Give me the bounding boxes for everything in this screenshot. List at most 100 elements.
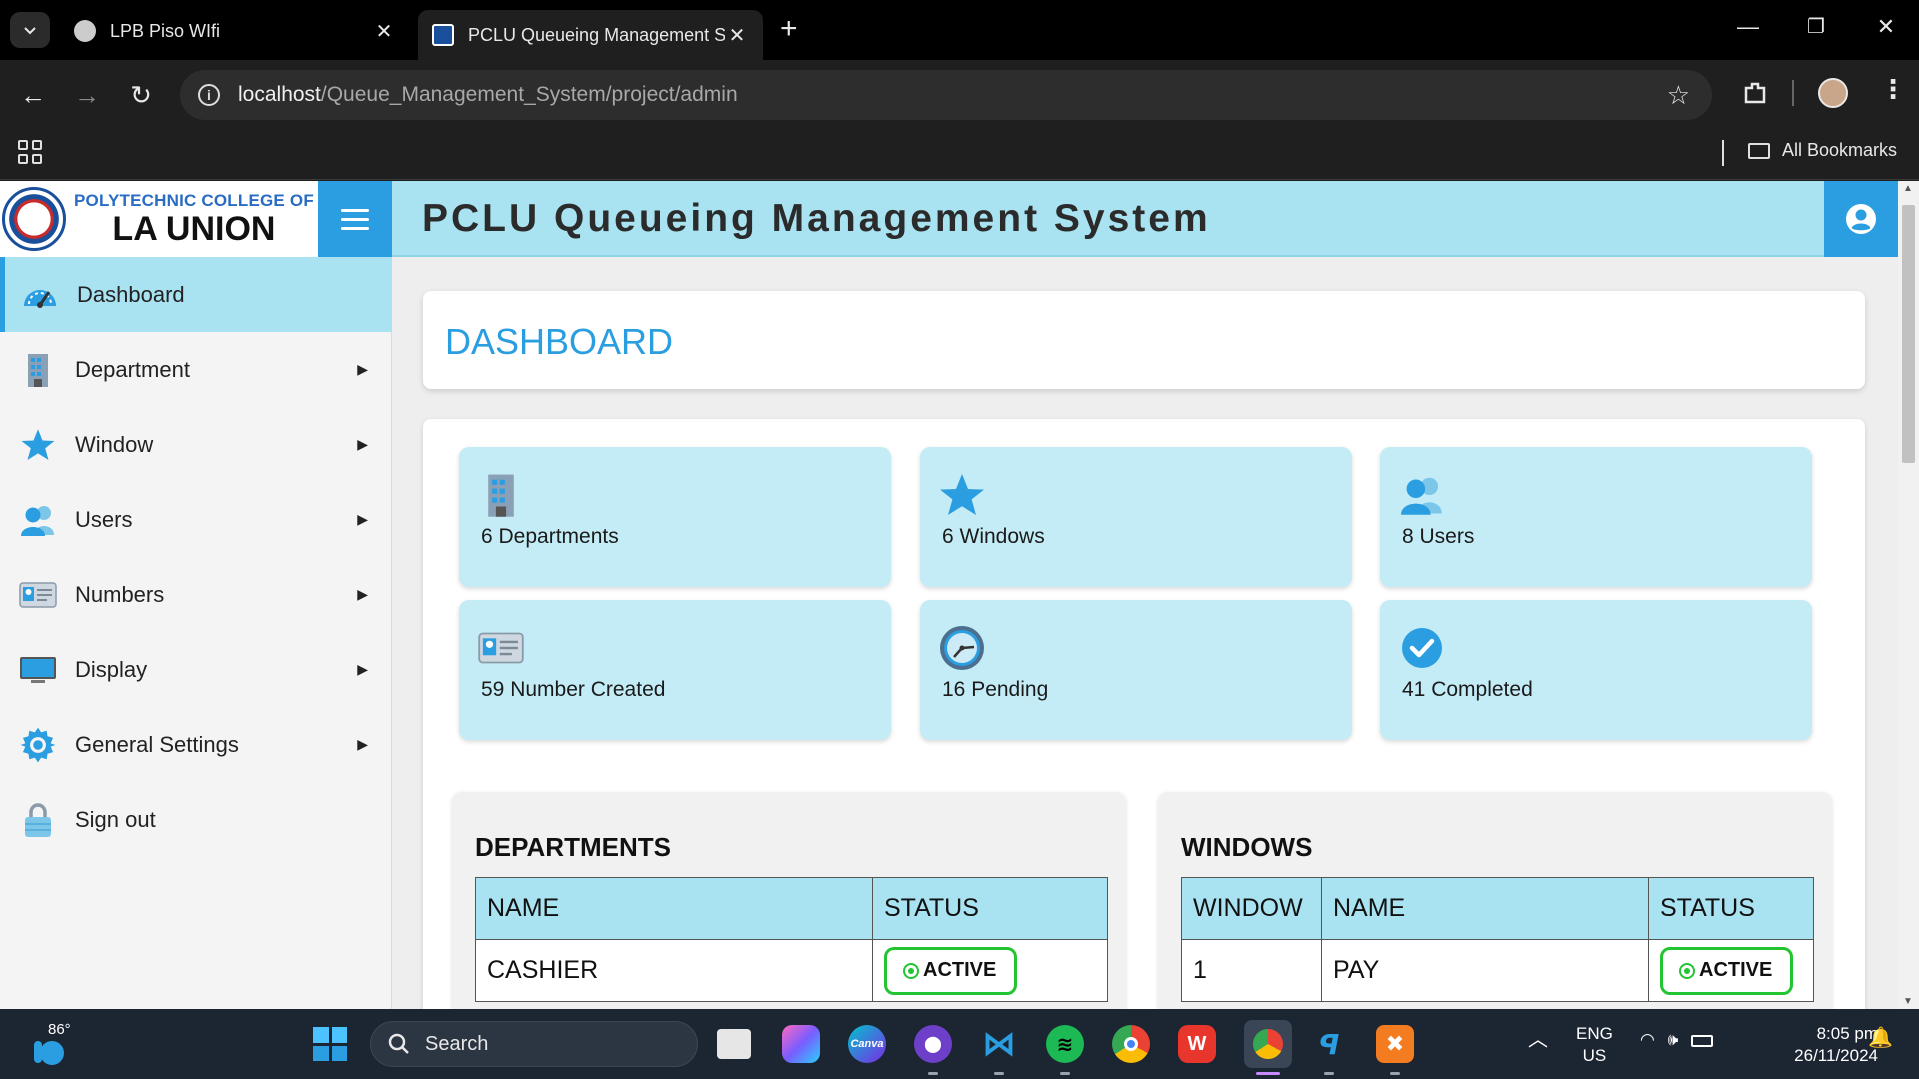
caret-right-icon: ▶ xyxy=(357,661,368,677)
sidebar-item-display[interactable]: Display ▶ xyxy=(0,632,392,707)
forward-button[interactable]: → xyxy=(70,78,104,112)
column-header: NAME xyxy=(475,877,873,940)
extensions-icon[interactable] xyxy=(1740,78,1770,108)
tab-search-button[interactable] xyxy=(10,12,50,48)
profile-avatar[interactable] xyxy=(1818,78,1848,108)
chevron-down-icon xyxy=(24,27,36,35)
task-view-icon[interactable] xyxy=(717,1029,751,1059)
main-content: DASHBOARD 6 Departments 6 Windows 8 User… xyxy=(392,257,1898,1009)
date: 26/11/2024 xyxy=(1794,1046,1878,1065)
tab-title: LPB Piso WIfi xyxy=(110,20,221,41)
sidebar-item-department[interactable]: Department ▶ xyxy=(0,332,392,407)
close-tab-icon[interactable]: ✕ xyxy=(372,19,396,44)
sidebar-item-numbers[interactable]: Numbers ▶ xyxy=(0,557,392,632)
id-card-icon xyxy=(477,624,525,672)
caret-right-icon: ▶ xyxy=(357,361,368,377)
xampp-icon[interactable]: ✖ xyxy=(1376,1025,1414,1063)
minimize-button[interactable]: — xyxy=(1728,14,1768,40)
tab-piso-wifi[interactable]: LPB Piso WIfi ✕ xyxy=(60,10,410,52)
window-number-cell: 1 xyxy=(1181,939,1322,1002)
chrome-profile-icon[interactable] xyxy=(1244,1020,1292,1068)
copilot-icon[interactable] xyxy=(782,1025,820,1063)
sidebar-item-general-settings[interactable]: General Settings ▶ xyxy=(0,707,392,782)
user-circle-icon xyxy=(1846,204,1876,234)
table-header-row: WINDOW NAME STATUS xyxy=(1181,877,1814,940)
language-line1: ENG xyxy=(1576,1024,1613,1043)
browser-menu-icon[interactable]: ⋮ xyxy=(1880,74,1906,104)
tab-title: PCLU Queueing Management S xyxy=(468,24,725,45)
stat-card-completed[interactable]: 41 Completed xyxy=(1380,600,1812,740)
show-hidden-icons-chevron-up-icon[interactable]: ︿ xyxy=(1528,1029,1548,1051)
scroll-up-arrow-icon[interactable]: ▲ xyxy=(1903,183,1913,194)
wps-office-icon[interactable]: W xyxy=(1178,1025,1216,1063)
status-badge[interactable]: ACTIVE xyxy=(1660,946,1794,995)
college-brand[interactable]: POLYTECHNIC COLLEGE OF LA UNION xyxy=(0,181,318,257)
taskbar-search[interactable]: Search xyxy=(370,1021,698,1067)
stat-card-departments[interactable]: 6 Departments xyxy=(459,447,891,587)
github-desktop-icon[interactable]: ⬤ xyxy=(914,1025,952,1063)
sidebar-item-window[interactable]: Window ▶ xyxy=(0,407,392,482)
table-row: CASHIER ACTIVE xyxy=(475,939,1108,1002)
back-button[interactable]: ← xyxy=(16,78,50,112)
all-bookmarks-button[interactable]: All Bookmarks xyxy=(1748,140,1897,161)
menu-toggle-button[interactable] xyxy=(318,181,392,257)
chrome-icon[interactable] xyxy=(1112,1025,1150,1063)
reload-button[interactable]: ↻ xyxy=(124,78,158,112)
canva-icon[interactable]: Canva xyxy=(848,1025,886,1063)
browser-tab-strip: LPB Piso WIfi ✕ PCLU Queueing Management… xyxy=(0,0,1919,60)
restore-button[interactable]: ❐ xyxy=(1796,14,1836,39)
caret-right-icon: ▶ xyxy=(357,511,368,527)
sidebar-item-dashboard[interactable]: Dashboard xyxy=(0,257,392,332)
status-badge[interactable]: ACTIVE xyxy=(884,946,1018,995)
window-name-cell: PAY xyxy=(1321,939,1649,1002)
battery-icon xyxy=(1691,1034,1714,1047)
sidebar-item-label: Numbers xyxy=(75,581,165,607)
dashboard-header-card: DASHBOARD xyxy=(423,291,1865,389)
sidebar-item-sign-out[interactable]: Sign out xyxy=(0,782,392,857)
tab-pclu-queueing[interactable]: PCLU Queueing Management S ✕ xyxy=(418,10,763,60)
running-indicator xyxy=(1060,1072,1070,1075)
new-tab-button[interactable]: + xyxy=(780,14,798,44)
stat-label: 6 Windows xyxy=(942,525,1045,548)
departments-panel: DEPARTMENTS NAME STATUS CASHIER ACTIVE xyxy=(452,792,1126,1009)
clock[interactable]: 8:05 pm 26/11/2024 xyxy=(1758,1023,1878,1067)
web-page: POLYTECHNIC COLLEGE OF LA UNION PCLU Que… xyxy=(0,181,1898,1009)
address-bar[interactable]: i localhost/Queue_Management_System/proj… xyxy=(180,70,1712,120)
user-account-button[interactable] xyxy=(1824,181,1898,257)
windows-start-icon[interactable] xyxy=(313,1027,347,1061)
time: 8:05 pm xyxy=(1816,1024,1878,1043)
clock-icon xyxy=(938,624,986,672)
stat-label: 16 Pending xyxy=(942,678,1049,701)
scrollbar-thumb[interactable] xyxy=(1902,205,1915,463)
radio-dot-icon xyxy=(1679,962,1695,979)
stat-label: 6 Departments xyxy=(481,525,619,548)
bookmark-star-icon[interactable]: ☆ xyxy=(1667,80,1690,111)
language-line2: US xyxy=(1582,1046,1607,1065)
spotify-icon[interactable]: ≋ xyxy=(1046,1025,1084,1063)
stat-card-pending[interactable]: 16 Pending xyxy=(920,600,1352,740)
site-info-icon[interactable]: i xyxy=(198,84,220,106)
vscode-icon[interactable]: ⋈ xyxy=(980,1025,1018,1063)
close-tab-icon[interactable]: ✕ xyxy=(725,23,749,48)
hamburger-icon xyxy=(341,208,369,212)
teamviewer-icon[interactable]: ꟼ xyxy=(1310,1025,1348,1063)
tray-status-icons[interactable]: ◠ 🕪 xyxy=(1640,1029,1714,1051)
stat-label: 8 Users xyxy=(1402,525,1475,548)
language-indicator[interactable]: ENG US xyxy=(1576,1023,1613,1067)
close-window-button[interactable]: ✕ xyxy=(1866,14,1906,40)
apps-grid-icon[interactable] xyxy=(18,140,42,164)
globe-icon xyxy=(74,20,96,42)
browser-toolbar: ← → ↻ i localhost/Queue_Management_Syste… xyxy=(0,60,1919,128)
sidebar-item-label: Display xyxy=(75,656,148,682)
speedometer-icon xyxy=(20,275,60,315)
stat-card-users[interactable]: 8 Users xyxy=(1380,447,1812,587)
stat-card-numbers-created[interactable]: 59 Number Created xyxy=(459,600,891,740)
page-scrollbar[interactable]: ▲ ▼ xyxy=(1898,181,1919,1009)
sidebar-item-users[interactable]: Users ▶ xyxy=(0,482,392,557)
scroll-down-arrow-icon[interactable]: ▼ xyxy=(1903,996,1913,1007)
check-circle-icon xyxy=(1398,624,1446,672)
gear-icon xyxy=(18,725,58,765)
stat-card-windows[interactable]: 6 Windows xyxy=(920,447,1352,587)
caret-right-icon: ▶ xyxy=(357,436,368,452)
notification-bell-icon[interactable]: 🔔 xyxy=(1868,1027,1893,1049)
